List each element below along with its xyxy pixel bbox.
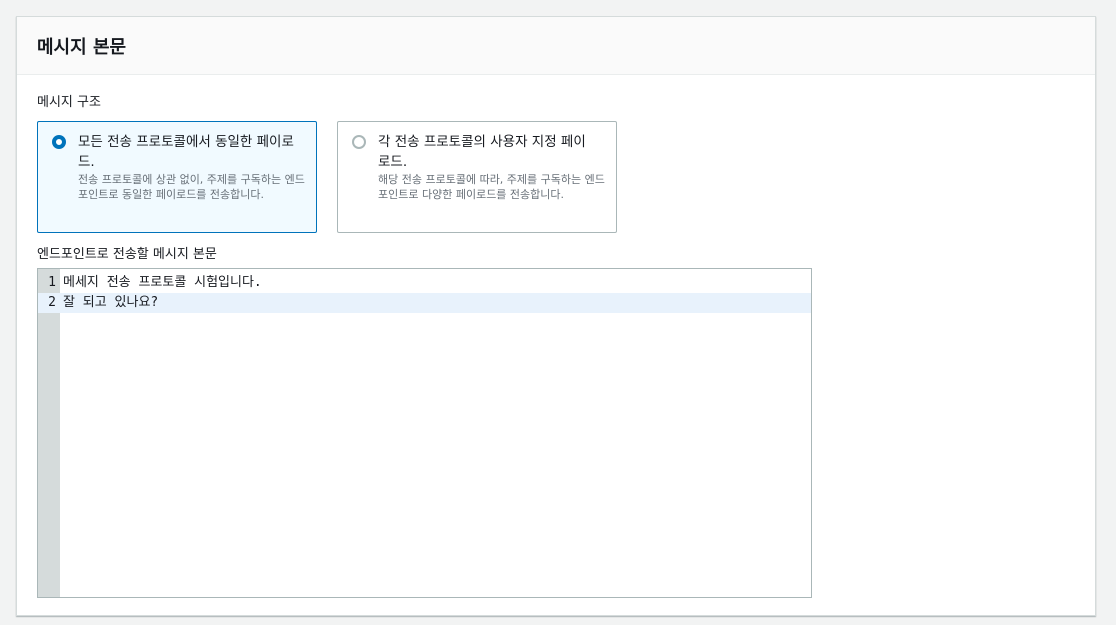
message-structure-label: 메시지 구조 (37, 95, 101, 110)
radio-button-selected[interactable] (52, 135, 66, 149)
option-title: 각 전송 프로토콜의 사용자 지정 페이로드. (378, 134, 586, 170)
radio-button-unselected[interactable] (352, 135, 366, 149)
panel-title: 메시지 본문 (37, 36, 127, 58)
line-text[interactable]: 잘 되고 있나요? (63, 293, 158, 313)
panel-header: 메시지 본문 (17, 17, 1095, 75)
message-body-panel: 메시지 본문 메시지 구조 모든 전송 프로토콜에서 동일한 페이로드. 전송 … (16, 16, 1096, 616)
code-line[interactable]: 1 메세지 전송 프로토콜 시험입니다. (38, 273, 811, 293)
code-line-active[interactable]: 2 잘 되고 있나요? (38, 293, 811, 313)
message-body-label: 엔드포인트로 전송할 메시지 본문 (37, 247, 217, 262)
option-custom-payload[interactable]: 각 전송 프로토콜의 사용자 지정 페이로드. 해당 전송 프로토콜에 따라, … (337, 121, 617, 233)
option-description: 전송 프로토콜에 상관 없이, 주제를 구독하는 엔드포인트로 동일한 페이로드… (78, 173, 305, 201)
option-title: 모든 전송 프로토콜에서 동일한 페이로드. (78, 134, 294, 170)
line-text[interactable]: 메세지 전송 프로토콜 시험입니다. (63, 273, 262, 293)
option-description: 해당 전송 프로토콜에 따라, 주제를 구독하는 엔드포인트로 다양한 페이로드… (378, 173, 605, 201)
option-identical-payload[interactable]: 모든 전송 프로토콜에서 동일한 페이로드. 전송 프로토콜에 상관 없이, 주… (37, 121, 317, 233)
line-number: 2 (48, 295, 56, 310)
message-body-editor[interactable]: 1 메세지 전송 프로토콜 시험입니다. 2 잘 되고 있나요? (37, 268, 812, 598)
line-number-gutter (38, 269, 60, 597)
line-number: 1 (48, 275, 56, 290)
